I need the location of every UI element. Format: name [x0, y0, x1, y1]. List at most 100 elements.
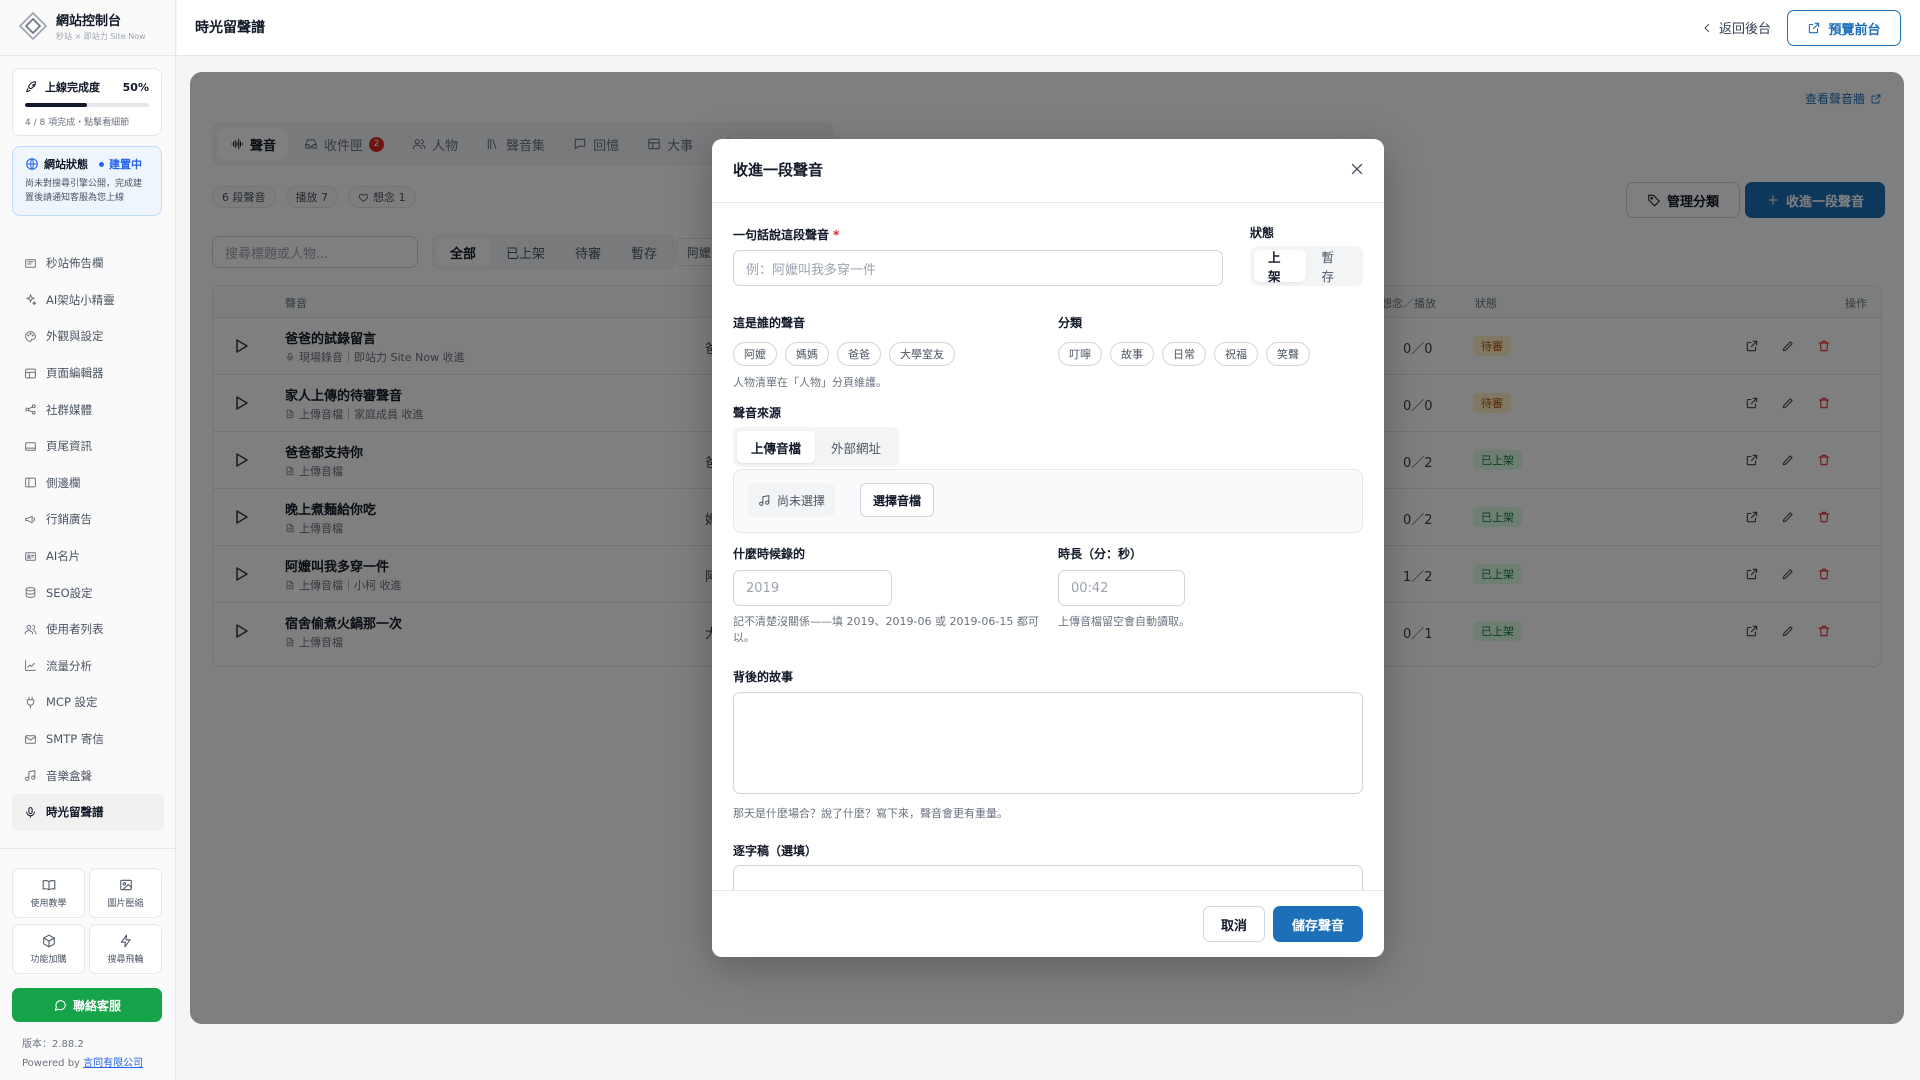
transcript-textarea[interactable] — [733, 865, 1363, 890]
tool-label: 搜尋飛輪 — [107, 954, 144, 965]
sidebar-item-5[interactable]: 頁尾資訊 — [12, 428, 164, 465]
sidebar-item-15[interactable]: 時光留聲譜 — [12, 793, 164, 831]
external-link-icon — [1809, 22, 1820, 34]
sidebar-icon — [25, 478, 36, 488]
preview-label: 預覽前台 — [1828, 22, 1881, 38]
source-option-0[interactable]: 上傳音檔 — [737, 431, 815, 463]
status-label: 狀態 — [1250, 226, 1275, 240]
category-chip-3[interactable]: 祝福 — [1214, 342, 1258, 366]
category-chip-2[interactable]: 日常 — [1162, 342, 1206, 366]
sidebar-item-7[interactable]: 行銷廣告 — [12, 501, 164, 538]
tool-label: 功能加購 — [30, 954, 67, 965]
site-status-card: 網站狀態 建置中 尚未對搜尋引擎公開，完成建置後請通知客服為您上線 — [12, 146, 162, 216]
package-icon — [42, 934, 55, 947]
sidebar-item-label: 行銷廣告 — [46, 512, 92, 527]
title-field-label-text: 一句話說這段聲音 — [733, 228, 830, 242]
contact-support-button[interactable]: 聯絡客服 — [12, 988, 162, 1022]
category-chip-4[interactable]: 笑聲 — [1266, 342, 1310, 366]
category-label: 分類 — [1058, 316, 1083, 330]
tool-label: 圖片壓縮 — [107, 898, 144, 909]
sidebar-item-13[interactable]: SMTP 寄信 — [12, 721, 164, 758]
person-chip-3[interactable]: 大學室友 — [889, 342, 955, 366]
back-to-admin-link[interactable]: 返回後台 — [1701, 18, 1771, 37]
tool-button-3[interactable]: 搜尋飛輪 — [89, 924, 162, 974]
duration-input[interactable]: 00:42 — [1058, 570, 1185, 606]
source-label: 聲音來源 — [733, 406, 782, 420]
status-toggle: 上架 暫存 — [1250, 246, 1363, 286]
title-input[interactable]: 例：阿嬤叫我多穿一件 — [733, 250, 1223, 286]
sidebar-item-1[interactable]: AI架站小精靈 — [12, 282, 164, 319]
id-card-icon — [25, 551, 36, 561]
rocket-icon — [26, 81, 37, 93]
version-text: 版本：2.88.2 — [22, 1039, 84, 1050]
brand-subtitle: 秒站 × 即站力 Site Now — [56, 32, 146, 41]
sidebar-item-0[interactable]: 秒站佈告欄 — [12, 245, 164, 282]
sidebar-item-14[interactable]: 音樂盒聲 — [12, 757, 164, 794]
sparkles-icon — [26, 294, 37, 306]
story-label: 背後的故事 — [733, 670, 794, 684]
story-textarea[interactable] — [733, 692, 1363, 794]
site-status-note: 尚未對搜尋引擎公開，完成建置後請通知客服為您上線 — [25, 179, 143, 203]
recorded-when-input[interactable]: 2019 — [733, 570, 892, 606]
category-chip-1[interactable]: 故事 — [1110, 342, 1154, 366]
save-sound-button[interactable]: 儲存聲音 — [1273, 906, 1363, 942]
no-file-selected: 尚未選擇 — [748, 483, 836, 517]
sidebar-item-label: MCP 設定 — [46, 695, 98, 710]
tool-label: 使用教學 — [30, 898, 67, 909]
source-option-1[interactable]: 外部網址 — [817, 431, 895, 463]
sidebar-item-8[interactable]: AI名片 — [12, 538, 164, 575]
site-status-label: 網站狀態 — [44, 158, 88, 171]
status-option-0[interactable]: 上架 — [1254, 250, 1306, 284]
sidebar-item-label: AI名片 — [46, 549, 81, 564]
recorded-when-hint: 記不清楚沒關係——填 2019、2019-06 或 2019-06-15 都可以… — [733, 615, 1039, 644]
person-chip-2[interactable]: 爸爸 — [837, 342, 881, 366]
person-chip-1[interactable]: 媽媽 — [785, 342, 829, 366]
company-link[interactable]: 言同有限公司 — [83, 1058, 143, 1069]
duration-label: 時長（分：秒） — [1058, 547, 1143, 561]
sidebar-item-11[interactable]: 流量分析 — [12, 648, 164, 685]
tool-button-1[interactable]: 圖片壓縮 — [89, 868, 162, 918]
choose-file-button[interactable]: 選擇音檔 — [860, 483, 935, 517]
required-mark: * — [833, 228, 840, 242]
sidebar-item-3[interactable]: 頁面編輯器 — [12, 355, 164, 392]
sidebar-item-label: 頁面編輯器 — [46, 366, 104, 381]
progress-note: 4 / 8 項完成・點擊看細節 — [25, 118, 130, 128]
sidebar-item-label: SMTP 寄信 — [46, 732, 104, 747]
sidebar-item-10[interactable]: 使用者列表 — [12, 611, 164, 648]
recorded-when-label: 什麼時候錄的 — [733, 547, 806, 561]
tools-grid: 使用教學 圖片壓縮功能加購 搜尋飛輪 — [12, 868, 162, 974]
sidebar-item-label: 流量分析 — [46, 658, 92, 673]
cancel-button[interactable]: 取消 — [1203, 906, 1265, 942]
sidebar-item-6[interactable]: 側邊欄 — [12, 465, 164, 502]
chevron-left-icon — [1704, 23, 1709, 32]
top-header: 時光留聲譜 返回後台 預覽前台 — [177, 0, 1920, 56]
preview-frontend-button[interactable]: 預覽前台 — [1787, 10, 1901, 46]
sidebar-item-4[interactable]: 社群媒體 — [12, 391, 164, 428]
back-label: 返回後台 — [1719, 22, 1772, 37]
sidebar-item-label: SEO設定 — [46, 585, 93, 600]
category-chip-0[interactable]: 叮嚀 — [1058, 342, 1102, 366]
megaphone-icon — [25, 515, 35, 524]
chat-icon — [54, 1000, 66, 1011]
progress-bar — [25, 103, 149, 107]
sidebar-item-12[interactable]: MCP 設定 — [12, 684, 164, 721]
music-note-icon — [759, 494, 770, 506]
diamond-logo-icon — [18, 11, 48, 41]
status-option-1[interactable]: 暫存 — [1308, 250, 1360, 284]
status-dot — [99, 161, 104, 167]
duration-hint: 上傳音檔留空會自動讀取。 — [1058, 615, 1190, 628]
site-status-badge: 建置中 — [109, 158, 142, 171]
microphone-icon — [26, 806, 35, 818]
dialog-header: 收進一段聲音 — [712, 139, 1384, 203]
launch-progress-card[interactable]: 上線完成度 50% 4 / 8 項完成・點擊看細節 — [12, 68, 162, 136]
zap-icon — [120, 934, 131, 947]
tool-button-0[interactable]: 使用教學 — [12, 868, 85, 918]
sidebar-item-9[interactable]: SEO設定 — [12, 574, 164, 611]
tool-button-2[interactable]: 功能加購 — [12, 924, 85, 974]
brand[interactable]: 網站控制台 秒站 × 即站力 Site Now — [18, 10, 146, 42]
person-chip-0[interactable]: 阿嬤 — [733, 342, 777, 366]
sidebar-item-2[interactable]: 外觀與設定 — [12, 318, 164, 355]
close-icon[interactable] — [1348, 160, 1366, 178]
sidebar-item-label: 秒站佈告欄 — [46, 256, 104, 271]
whose-voice-label: 這是誰的聲音 — [733, 316, 806, 330]
